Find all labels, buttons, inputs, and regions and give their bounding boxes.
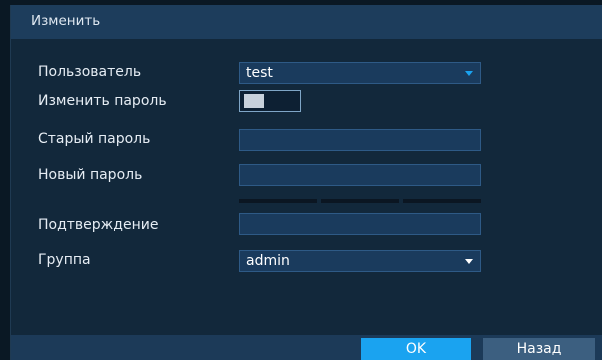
edit-user-dialog: Изменить Пользователь test Изменить паро… [10, 5, 602, 360]
ok-button[interactable]: OK [361, 338, 471, 360]
old-password-label: Старый пароль [38, 131, 151, 147]
change-password-label: Изменить пароль [38, 93, 167, 109]
dialog-titlebar: Изменить [11, 5, 602, 39]
password-strength-segment [403, 199, 481, 203]
user-select[interactable]: test [239, 62, 481, 84]
change-password-toggle[interactable] [239, 90, 301, 112]
group-label: Группа [38, 252, 91, 268]
confirm-password-label: Подтверждение [38, 217, 159, 233]
dialog-title: Изменить [31, 13, 101, 29]
chevron-down-icon [465, 259, 473, 264]
chevron-down-icon [465, 71, 473, 76]
new-password-input[interactable] [239, 164, 481, 186]
group-select-value: admin [246, 253, 290, 269]
password-strength-segment [239, 199, 317, 203]
confirm-password-input[interactable] [239, 213, 481, 235]
password-strength-segment [321, 199, 399, 203]
dialog-footer: OK Назад [11, 335, 602, 360]
user-select-value: test [246, 65, 273, 81]
user-label: Пользователь [38, 64, 142, 80]
back-button[interactable]: Назад [483, 338, 595, 360]
old-password-input[interactable] [239, 129, 481, 151]
group-select[interactable]: admin [239, 250, 481, 272]
new-password-label: Новый пароль [38, 167, 143, 183]
toggle-knob [244, 94, 264, 108]
